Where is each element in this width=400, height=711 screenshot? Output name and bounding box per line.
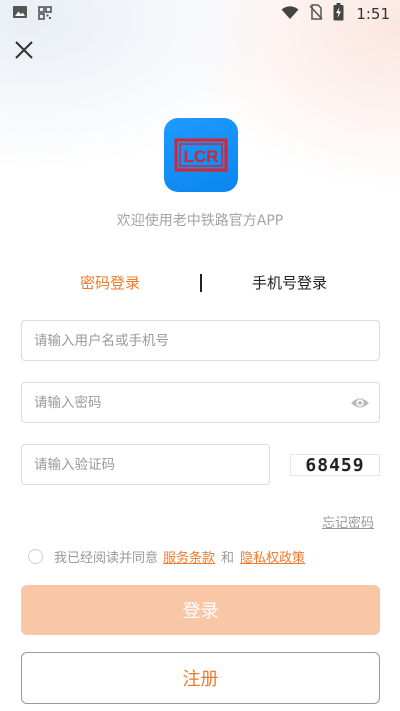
close-button[interactable] [12, 38, 36, 62]
captcha-field-container [21, 444, 270, 485]
status-bar: 1:51 [0, 0, 400, 28]
grid-icon [38, 5, 52, 24]
no-sim-icon [309, 4, 323, 24]
eye-icon[interactable] [350, 394, 370, 412]
welcome-text: 欢迎使用老中铁路官方APP [116, 213, 284, 229]
agreement-prefix: 我已经阅读并同意 [54, 550, 159, 566]
image-icon [12, 4, 28, 24]
username-field-container [21, 320, 380, 361]
privacy-link[interactable]: 隐私权政策 [240, 547, 305, 566]
captcha-input[interactable] [34, 456, 257, 473]
forgot-password-link[interactable]: 忘记密码 [322, 512, 374, 531]
wifi-icon [281, 5, 299, 24]
captcha-image[interactable]: 68459 [290, 454, 380, 476]
agreement-row: 我已经阅读并同意 服务条款 和 隐私权政策 [28, 546, 305, 566]
close-icon [15, 41, 33, 59]
register-button[interactable]: 注册 [21, 652, 380, 704]
login-button[interactable]: 登录 [21, 585, 380, 635]
terms-link[interactable]: 服务条款 [163, 547, 215, 566]
password-input[interactable] [34, 394, 341, 411]
lcr-logo-icon: LCR [174, 138, 228, 172]
tab-phone-login[interactable]: 手机号登录 [252, 272, 327, 293]
login-tabs: 密码登录 手机号登录 [0, 272, 400, 296]
status-time: 1:51 [356, 5, 390, 23]
svg-text:LCR: LCR [184, 147, 219, 166]
username-input[interactable] [34, 332, 367, 349]
tab-divider [200, 274, 202, 292]
battery-charging-icon [333, 3, 344, 25]
app-logo: LCR [164, 118, 238, 192]
tab-password-login[interactable]: 密码登录 [80, 272, 140, 293]
agreement-checkbox[interactable] [28, 548, 43, 564]
agreement-and: 和 [221, 550, 235, 566]
password-field-container [21, 382, 380, 423]
